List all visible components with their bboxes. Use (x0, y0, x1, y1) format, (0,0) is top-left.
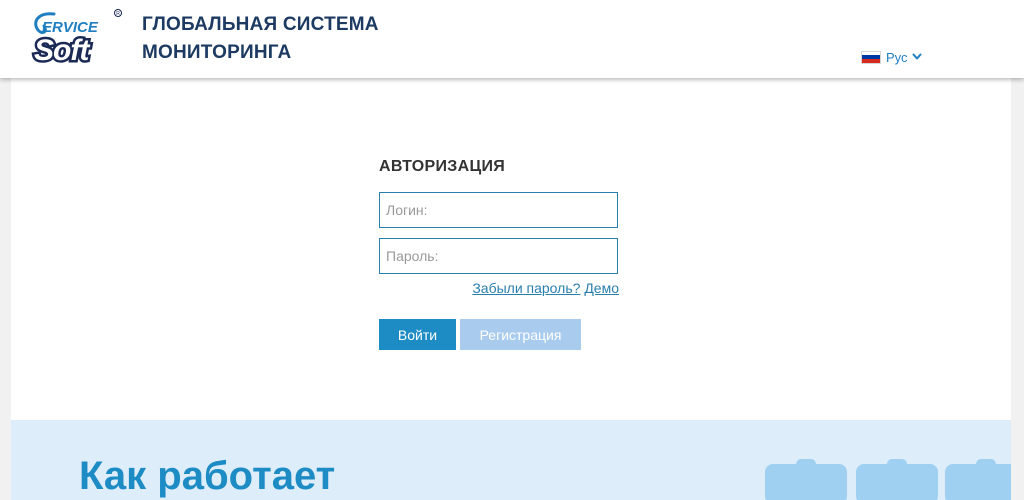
auth-title: АВТОРИЗАЦИЯ (379, 158, 506, 175)
header: ERVICE Soft R ГЛОБАЛЬНАЯ СИСТЕМА МОНИТОР… (0, 0, 1024, 78)
russian-flag-icon (861, 50, 881, 64)
svg-text:R: R (116, 11, 120, 17)
password-input[interactable] (379, 238, 618, 274)
how-it-works-section: Как работает (11, 420, 1011, 500)
demo-link[interactable]: Демо (584, 280, 619, 296)
login-input[interactable] (379, 192, 618, 228)
language-selector[interactable]: Рус (861, 48, 922, 66)
login-button[interactable]: Войти (379, 319, 456, 350)
auth-links: Забыли пароль? Демо (472, 280, 619, 296)
truck-icon (765, 459, 847, 500)
site-title-line-1: ГЛОБАЛЬНАЯ СИСТЕМА (142, 14, 379, 35)
chevron-down-icon (912, 53, 922, 60)
site-title: ГЛОБАЛЬНАЯ СИСТЕМА МОНИТОРИНГА (142, 11, 379, 67)
site-title-line-2: МОНИТОРИНГА (142, 42, 292, 63)
service-soft-logo[interactable]: ERVICE Soft R (30, 8, 126, 66)
language-label: Рус (886, 49, 908, 65)
how-it-works-title: Как работает (79, 454, 336, 498)
logo-text-bottom: Soft (34, 34, 91, 66)
forgot-password-link[interactable]: Забыли пароль? (472, 280, 580, 296)
truck-icon (856, 459, 938, 500)
register-button[interactable]: Регистрация (460, 319, 581, 350)
truck-icon (945, 459, 1011, 500)
